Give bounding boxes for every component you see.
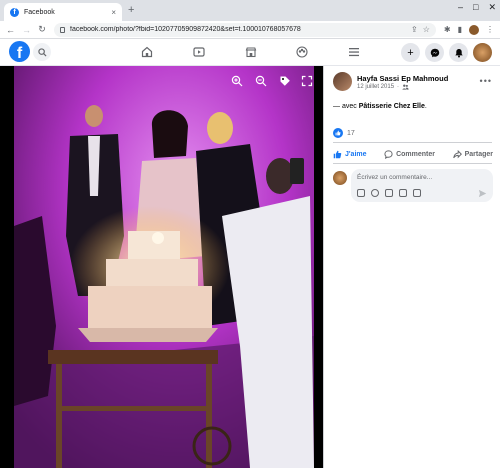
share-button[interactable]: Partager bbox=[452, 149, 493, 159]
gif-icon[interactable] bbox=[399, 189, 407, 197]
tab-title: Facebook bbox=[24, 8, 55, 16]
thumbs-up-icon bbox=[333, 150, 342, 158]
marketplace-icon[interactable] bbox=[244, 45, 258, 59]
like-reaction-icon bbox=[333, 128, 343, 138]
browser-menu-icon[interactable]: ⋮ bbox=[486, 25, 494, 34]
sticker-icon[interactable] bbox=[413, 189, 421, 197]
like-button[interactable]: J'aime bbox=[333, 150, 367, 159]
browser-tab-bar: f Facebook × + – □ ✕ bbox=[0, 0, 500, 21]
wedding-photo[interactable] bbox=[0, 66, 323, 468]
menu-icon[interactable] bbox=[347, 45, 361, 59]
forward-icon[interactable]: → bbox=[22, 25, 31, 35]
author-avatar[interactable] bbox=[333, 72, 352, 91]
extensions-area: ✱ ▮ ⋮ bbox=[444, 24, 494, 35]
search-button[interactable] bbox=[33, 43, 51, 61]
url-text[interactable]: facebook.com/photo/?fbid=102077059098724… bbox=[70, 26, 406, 33]
avatar-sticker-icon[interactable] bbox=[357, 189, 365, 197]
window-controls: – □ ✕ bbox=[458, 2, 496, 13]
caption-prefix: — avec bbox=[333, 103, 359, 110]
comment-placeholder[interactable]: Écrivez un commentaire... bbox=[357, 174, 432, 181]
home-icon[interactable] bbox=[140, 45, 154, 59]
address-bar[interactable]: facebook.com/photo/?fbid=102077059098724… bbox=[54, 22, 436, 37]
divider bbox=[333, 142, 492, 143]
fullscreen-icon[interactable] bbox=[300, 74, 314, 88]
like-label: J'aime bbox=[345, 150, 367, 158]
comment-icon bbox=[384, 149, 393, 159]
zoom-in-icon[interactable] bbox=[230, 74, 244, 88]
groups-icon[interactable] bbox=[295, 45, 309, 59]
back-icon[interactable]: ← bbox=[6, 25, 15, 35]
profile-avatar[interactable] bbox=[473, 43, 492, 62]
browser-toolbar: ← → ↻ facebook.com/photo/?fbid=102077059… bbox=[0, 21, 500, 39]
facebook-favicon-icon: f bbox=[10, 7, 19, 17]
post-actions: J'aime Commenter Partager bbox=[333, 146, 493, 162]
zoom-out-icon[interactable] bbox=[254, 74, 268, 88]
comment-button[interactable]: Commenter bbox=[384, 149, 435, 159]
post-panel: Hayfa Sassi Ep Mahmoud 12 juillet 2015 ·… bbox=[323, 66, 500, 468]
more-options-icon[interactable]: ••• bbox=[480, 76, 492, 86]
search-icon bbox=[37, 47, 47, 57]
create-icon: + bbox=[407, 46, 414, 59]
like-count: 17 bbox=[347, 129, 355, 137]
reload-icon[interactable]: ↻ bbox=[38, 24, 46, 35]
post-date[interactable]: 12 juillet 2015 bbox=[357, 84, 394, 90]
create-button[interactable]: + bbox=[401, 43, 420, 62]
camera-icon[interactable] bbox=[385, 189, 393, 197]
browser-profile-avatar[interactable] bbox=[469, 24, 479, 35]
facebook-header: f + bbox=[0, 39, 500, 66]
tab-close-icon[interactable]: × bbox=[111, 8, 116, 17]
side-panel-icon[interactable]: ▮ bbox=[458, 25, 462, 34]
lock-icon[interactable] bbox=[60, 26, 65, 33]
notifications-icon bbox=[454, 48, 463, 57]
separator-dot: · bbox=[397, 84, 400, 90]
divider bbox=[333, 163, 492, 164]
commenter-avatar[interactable] bbox=[333, 171, 347, 185]
send-icon[interactable] bbox=[478, 189, 487, 200]
share-label: Partager bbox=[464, 150, 493, 158]
maximize-button[interactable]: □ bbox=[473, 2, 478, 13]
messenger-button[interactable] bbox=[425, 43, 444, 62]
comment-input[interactable]: Écrivez un commentaire... bbox=[351, 169, 493, 202]
tag-icon[interactable] bbox=[278, 74, 292, 88]
caption-suffix: . bbox=[424, 103, 427, 110]
facebook-logo-icon[interactable]: f bbox=[9, 41, 30, 62]
new-tab-button[interactable]: + bbox=[128, 4, 134, 16]
share-icon bbox=[452, 149, 462, 158]
comment-tools bbox=[357, 189, 421, 197]
extensions-puzzle-icon[interactable]: ✱ bbox=[444, 25, 451, 34]
minimize-button[interactable]: – bbox=[458, 2, 463, 13]
tagged-page-link[interactable]: Pâtisserie Chez Elle bbox=[359, 103, 425, 110]
notifications-button[interactable] bbox=[449, 43, 468, 62]
messenger-icon bbox=[430, 48, 439, 57]
video-icon[interactable] bbox=[192, 45, 206, 59]
emoji-icon[interactable] bbox=[371, 189, 379, 197]
bookmark-star-icon[interactable]: ☆ bbox=[423, 25, 430, 34]
author-name[interactable]: Hayfa Sassi Ep Mahmoud bbox=[357, 74, 448, 83]
post-caption: — avec Pâtisserie Chez Elle. bbox=[333, 103, 427, 110]
post-meta: 12 juillet 2015 · bbox=[357, 84, 409, 90]
browser-tab[interactable]: f Facebook × bbox=[4, 3, 122, 21]
share-page-icon[interactable]: ⇪ bbox=[411, 25, 418, 34]
friends-audience-icon bbox=[402, 84, 409, 90]
photo-viewer bbox=[0, 66, 323, 468]
comment-label: Commenter bbox=[396, 150, 435, 158]
close-window-button[interactable]: ✕ bbox=[488, 2, 496, 13]
reactions-summary[interactable]: 17 bbox=[333, 128, 355, 138]
